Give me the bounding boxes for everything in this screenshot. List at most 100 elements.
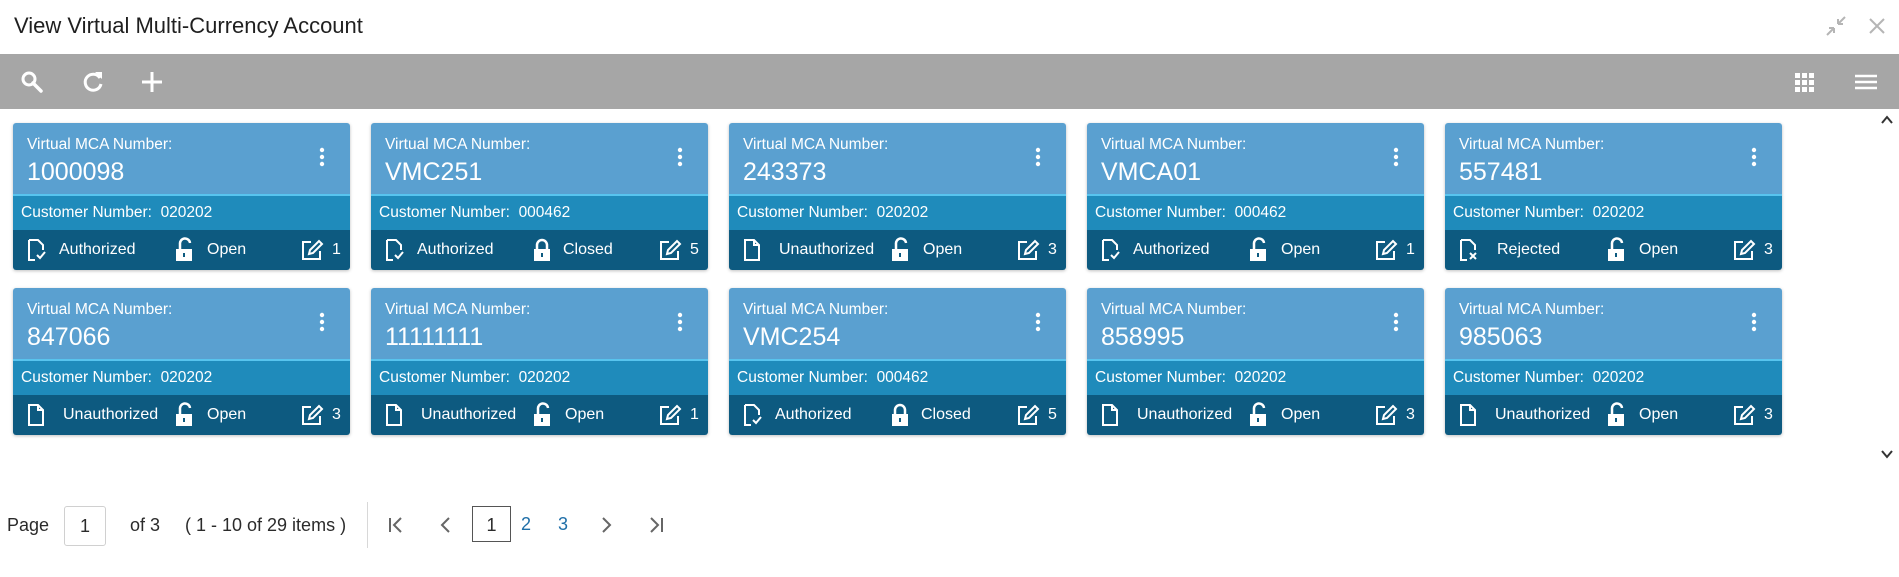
unauthorized-document-icon [744,239,760,261]
record-status: Open [1281,241,1321,258]
scroll-up-icon[interactable] [1880,113,1894,127]
grid-view-icon[interactable] [1790,68,1818,96]
more-options-icon[interactable] [315,310,329,334]
lock-open-icon [1608,237,1624,261]
more-options-icon[interactable] [1747,310,1761,334]
more-options-icon[interactable] [1031,145,1045,169]
customer-number-label: Customer Number: [21,204,152,221]
more-options-icon[interactable] [1389,310,1403,334]
more-options-icon[interactable] [1389,145,1403,169]
record-status: Open [207,241,247,258]
scroll-down-icon[interactable] [1880,447,1894,461]
more-options-icon[interactable] [1031,310,1045,334]
edit-icon [1376,404,1398,425]
card-header: Virtual MCA Number: 1000098 [13,123,350,194]
list-view-icon[interactable] [1852,68,1880,96]
card-header: Virtual MCA Number: VMC251 [371,123,708,194]
account-card[interactable]: Virtual MCA Number: VMC254 Customer Number… [729,288,1066,435]
lock-open-icon [176,237,192,261]
card-footer: Authorized Open 1 [13,230,350,270]
modification-count: 1 [332,241,341,258]
more-options-icon[interactable] [673,145,687,169]
account-number: 985063 [1459,323,1543,351]
account-number: VMC254 [743,323,841,351]
modification-count: 1 [1406,241,1415,258]
card-footer: Unauthorized Open 3 [729,230,1066,270]
card-header: Virtual MCA Number: 557481 [1445,123,1782,194]
pagination-divider [367,502,368,548]
account-card[interactable]: Virtual MCA Number: 858995 Customer Number… [1087,288,1424,435]
customer-number-label: Customer Number: [1095,204,1226,221]
modification-count: 3 [1048,241,1057,258]
authorization-status: Authorized [59,241,136,258]
more-options-icon[interactable] [1747,145,1761,169]
account-card[interactable]: Virtual MCA Number: 985063 Customer Number… [1445,288,1782,435]
first-page-icon[interactable] [384,513,408,537]
next-page-icon[interactable] [594,513,618,537]
customer-number-text: Customer Number: 000462 [1095,204,1286,222]
customer-number-text: Customer Number: 020202 [21,369,212,387]
customer-row: Customer Number: 000462 [1087,194,1424,230]
account-number: 557481 [1459,158,1543,186]
account-number-label: Virtual MCA Number: [27,136,173,153]
unauthorized-document-icon [386,404,402,426]
edit-icon [302,239,324,260]
customer-row: Customer Number: 020202 [371,359,708,395]
customer-number-label: Customer Number: [1095,369,1226,386]
more-options-icon[interactable] [673,310,687,334]
unauthorized-document-icon [1102,404,1118,426]
last-page-icon[interactable] [644,513,668,537]
page-2-link[interactable]: 2 [515,506,537,542]
card-footer: Unauthorized Open 3 [1445,395,1782,435]
page-number-input[interactable]: 1 [64,506,106,546]
authorization-status: Unauthorized [1495,406,1591,423]
search-icon[interactable] [18,68,46,96]
record-status: Open [1639,406,1679,423]
account-number: 847066 [27,323,111,351]
account-card[interactable]: Virtual MCA Number: VMCA01 Customer Number… [1087,123,1424,270]
minimize-icon[interactable] [1824,14,1848,38]
account-number: VMCA01 [1101,158,1202,186]
add-icon[interactable] [138,68,166,96]
title-bar: View Virtual Multi-Currency Account [0,0,1899,54]
customer-row: Customer Number: 020202 [13,194,350,230]
card-footer: Authorized Closed 5 [371,230,708,270]
customer-number: 020202 [876,204,929,221]
record-status: Open [923,241,963,258]
card-header: Virtual MCA Number: 243373 [729,123,1066,194]
modification-count: 5 [1048,406,1057,423]
modification-count: 5 [690,241,699,258]
authorization-status: Unauthorized [779,241,875,258]
page-1-link[interactable]: 1 [472,506,511,542]
edit-icon [660,404,682,425]
account-card[interactable]: Virtual MCA Number: 557481 Customer Number… [1445,123,1782,270]
record-status: Open [1639,241,1679,258]
account-card[interactable]: Virtual MCA Number: 11111111 Customer Numb… [371,288,708,435]
edit-icon [1734,404,1756,425]
lock-closed-icon [534,238,550,261]
account-card[interactable]: Virtual MCA Number: 243373 Customer Number… [729,123,1066,270]
account-card[interactable]: Virtual MCA Number: 847066 Customer Number… [13,288,350,435]
customer-number-text: Customer Number: 000462 [737,369,928,387]
page-3-link[interactable]: 3 [552,506,574,542]
authorized-document-icon [1102,239,1120,261]
edit-icon [1376,239,1398,260]
refresh-icon[interactable] [79,68,107,96]
customer-row: Customer Number: 000462 [371,194,708,230]
record-status: Open [207,406,247,423]
account-card[interactable]: Virtual MCA Number: VMC251 Customer Number… [371,123,708,270]
previous-page-icon[interactable] [434,513,458,537]
account-card[interactable]: Virtual MCA Number: 1000098 Customer Numbe… [13,123,350,270]
customer-number-text: Customer Number: 020202 [1453,204,1644,222]
authorization-status: Authorized [775,406,852,423]
close-icon[interactable] [1865,14,1889,38]
card-header: Virtual MCA Number: VMCA01 [1087,123,1424,194]
customer-number-text: Customer Number: 020202 [379,369,570,387]
lock-open-icon [1250,402,1266,426]
more-options-icon[interactable] [315,145,329,169]
customer-number-text: Customer Number: 020202 [1453,369,1644,387]
vertical-scrollbar[interactable] [1874,109,1899,469]
account-number: 243373 [743,158,827,186]
pagination: Page 1 of 3 ( 1 - 10 of 29 items ) 1 2 3 [0,500,1899,550]
customer-number-text: Customer Number: 020202 [21,204,212,222]
